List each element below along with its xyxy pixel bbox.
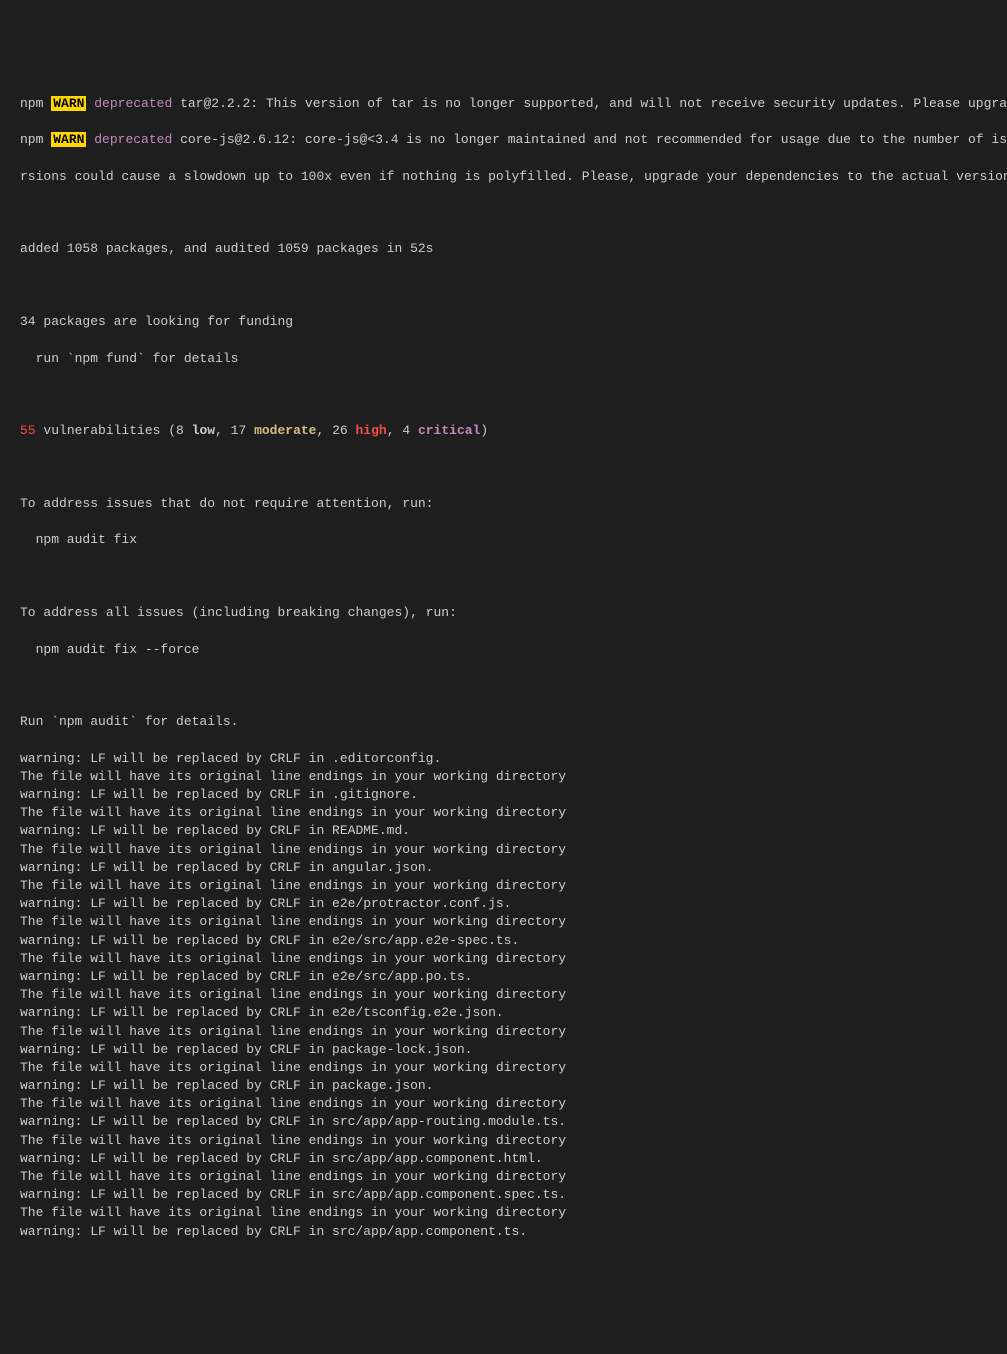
- git-crlf-warning: warning: LF will be replaced by CRLF in …: [20, 1041, 1003, 1059]
- vuln-high-label: high: [356, 423, 387, 438]
- git-crlf-warning: warning: LF will be replaced by CRLF in …: [20, 822, 1003, 840]
- git-crlf-note: The file will have its original line end…: [20, 768, 1003, 786]
- vuln-low-label: low: [192, 423, 215, 438]
- packages-added-summary: added 1058 packages, and audited 1059 pa…: [20, 240, 1003, 258]
- audit-fix-force-hint: To address all issues (including breakin…: [20, 604, 1003, 622]
- git-crlf-warning: warning: LF will be replaced by CRLF in …: [20, 786, 1003, 804]
- git-crlf-note: The file will have its original line end…: [20, 1132, 1003, 1150]
- git-crlf-warning: warning: LF will be replaced by CRLF in …: [20, 750, 1003, 768]
- vuln-sep: , 4: [387, 423, 418, 438]
- git-crlf-warning: warning: LF will be replaced by CRLF in …: [20, 1113, 1003, 1131]
- git-crlf-warning: warning: LF will be replaced by CRLF in …: [20, 1150, 1003, 1168]
- npm-label: npm: [20, 96, 43, 111]
- blank-line: [20, 386, 1003, 404]
- deprecated-tag: deprecated: [94, 96, 172, 111]
- funding-command-hint: run `npm fund` for details: [20, 350, 1003, 368]
- vuln-count: 55: [20, 423, 36, 438]
- warning-message: core-js@2.6.12: core-js@<3.4 is no longe…: [172, 132, 1007, 147]
- audit-details-hint: Run `npm audit` for details.: [20, 713, 1003, 731]
- git-crlf-note: The file will have its original line end…: [20, 1095, 1003, 1113]
- vulnerabilities-summary: 55 vulnerabilities (8 low, 17 moderate, …: [20, 422, 1003, 440]
- git-crlf-note: The file will have its original line end…: [20, 1204, 1003, 1222]
- blank-line: [20, 459, 1003, 477]
- git-crlf-warning: warning: LF will be replaced by CRLF in …: [20, 1004, 1003, 1022]
- git-crlf-warning: warning: LF will be replaced by CRLF in …: [20, 932, 1003, 950]
- crlf-warnings-block: warning: LF will be replaced by CRLF in …: [20, 750, 1003, 1241]
- deprecated-tag: deprecated: [94, 132, 172, 147]
- vuln-moderate-label: moderate: [254, 423, 316, 438]
- git-crlf-note: The file will have its original line end…: [20, 950, 1003, 968]
- git-crlf-note: The file will have its original line end…: [20, 1023, 1003, 1041]
- git-crlf-note: The file will have its original line end…: [20, 804, 1003, 822]
- git-crlf-note: The file will have its original line end…: [20, 1168, 1003, 1186]
- npm-deprecation-warning: npm WARN deprecated tar@2.2.2: This vers…: [20, 95, 1003, 113]
- audit-fix-force-command: npm audit fix --force: [20, 641, 1003, 659]
- warn-badge: WARN: [51, 96, 86, 111]
- vuln-critical-label: critical: [418, 423, 480, 438]
- git-crlf-warning: warning: LF will be replaced by CRLF in …: [20, 1223, 1003, 1241]
- vuln-sep: , 17: [215, 423, 254, 438]
- git-crlf-warning: warning: LF will be replaced by CRLF in …: [20, 895, 1003, 913]
- audit-fix-hint: To address issues that do not require at…: [20, 495, 1003, 513]
- audit-fix-command: npm audit fix: [20, 531, 1003, 549]
- warn-badge: WARN: [51, 132, 86, 147]
- blank-line: [20, 277, 1003, 295]
- git-crlf-note: The file will have its original line end…: [20, 1059, 1003, 1077]
- vuln-sep: , 26: [316, 423, 355, 438]
- npm-deprecation-warning: npm WARN deprecated core-js@2.6.12: core…: [20, 131, 1003, 149]
- git-crlf-warning: warning: LF will be replaced by CRLF in …: [20, 859, 1003, 877]
- blank-line: [20, 568, 1003, 586]
- git-crlf-note: The file will have its original line end…: [20, 986, 1003, 1004]
- vuln-close: ): [480, 423, 488, 438]
- blank-line: [20, 204, 1003, 222]
- wrapped-warning-continuation: rsions could cause a slowdown up to 100x…: [20, 168, 1003, 186]
- funding-notice: 34 packages are looking for funding: [20, 313, 1003, 331]
- git-crlf-warning: warning: LF will be replaced by CRLF in …: [20, 1077, 1003, 1095]
- git-crlf-note: The file will have its original line end…: [20, 841, 1003, 859]
- blank-line: [20, 677, 1003, 695]
- vuln-text: vulnerabilities (8: [36, 423, 192, 438]
- git-crlf-warning: warning: LF will be replaced by CRLF in …: [20, 968, 1003, 986]
- git-crlf-note: The file will have its original line end…: [20, 913, 1003, 931]
- git-crlf-note: The file will have its original line end…: [20, 877, 1003, 895]
- warning-message: tar@2.2.2: This version of tar is no lon…: [172, 96, 1007, 111]
- terminal-output[interactable]: npm WARN deprecated tar@2.2.2: This vers…: [20, 77, 1003, 1259]
- git-crlf-warning: warning: LF will be replaced by CRLF in …: [20, 1186, 1003, 1204]
- npm-label: npm: [20, 132, 43, 147]
